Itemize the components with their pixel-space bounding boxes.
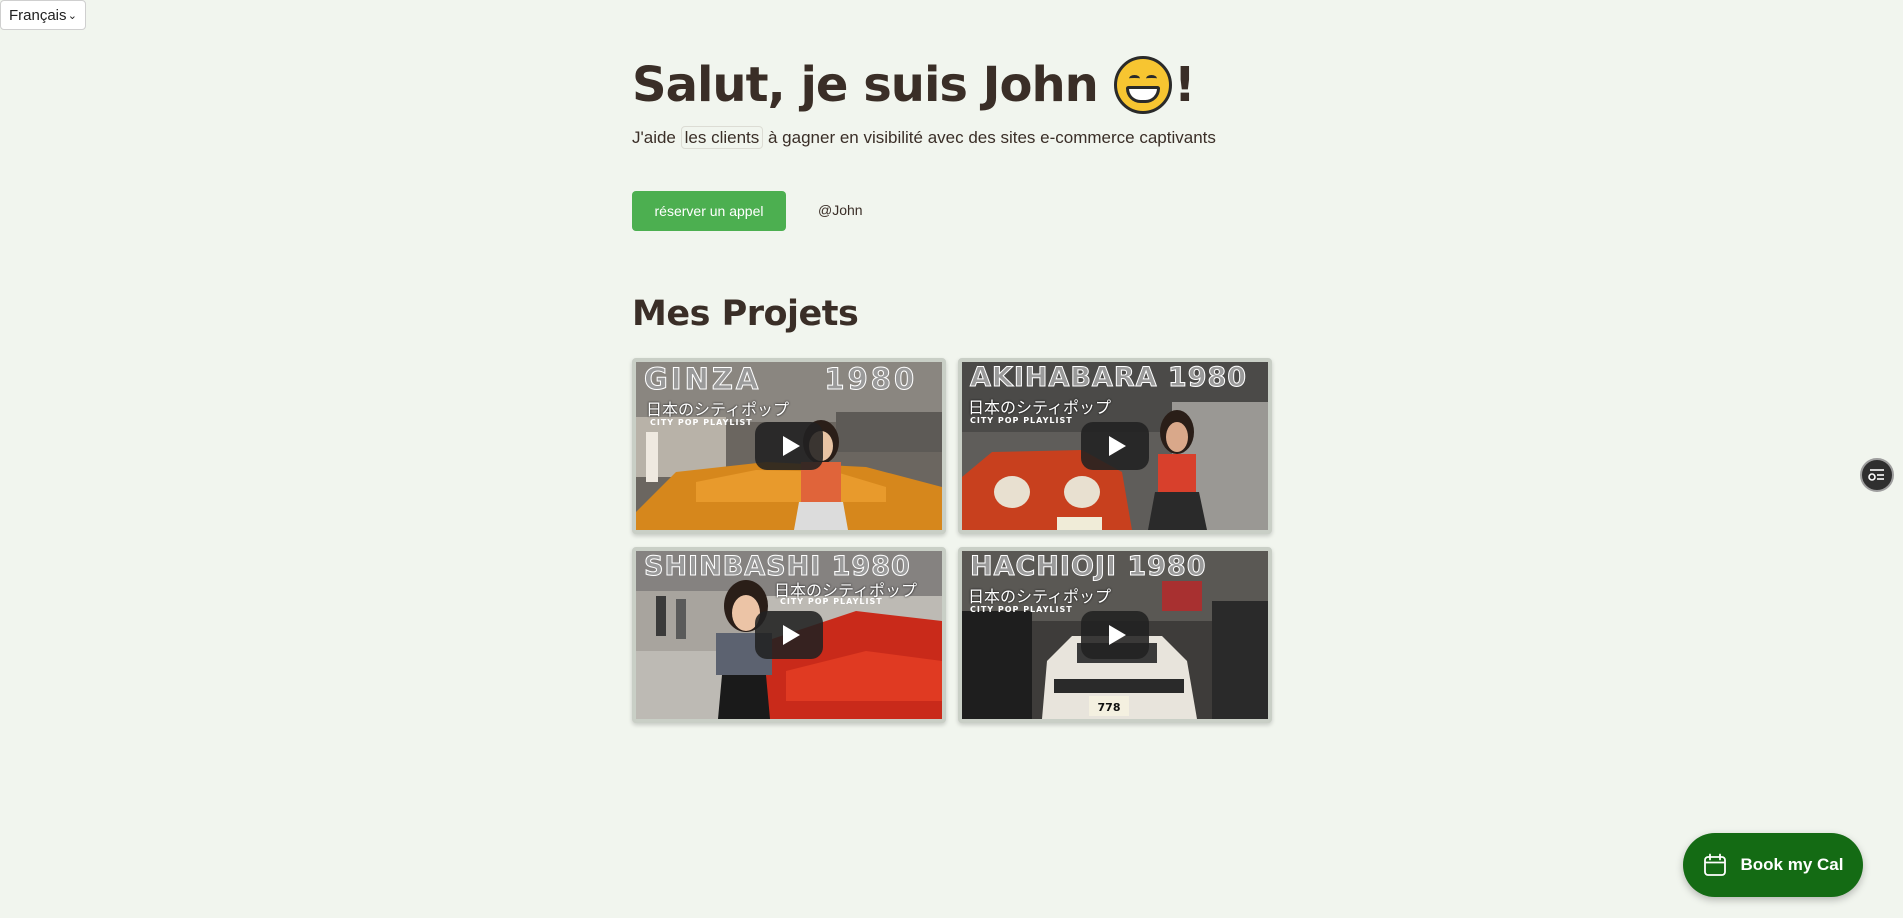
video-title: GINZA 1980 (644, 362, 918, 397)
video-card-shinbashi[interactable]: SHINBASHI 1980 日本のシティポップ CITY POP PLAYLI… (632, 547, 946, 723)
video-card-ginza[interactable]: GINZA 1980 日本のシティポップ CITY POP PLAYLIST (632, 358, 946, 534)
hero-title-text: Salut, je suis John (632, 57, 1099, 113)
subtitle-before: J'aide (632, 128, 676, 147)
play-button[interactable] (1081, 422, 1149, 470)
video-tag: CITY POP PLAYLIST (970, 416, 1073, 425)
video-jp-subtitle: 日本のシティポップ (968, 398, 1112, 417)
social-handle-link[interactable]: @John (818, 202, 863, 218)
video-card-hachioji[interactable]: 778 HACHIOJI 1980 日本のシティポップ CITY POP PLA… (958, 547, 1272, 723)
projects-title: Mes Projets (632, 294, 859, 334)
play-button[interactable] (1081, 611, 1149, 659)
language-select[interactable]: Français ⌄ (0, 0, 86, 30)
video-tag: CITY POP PLAYLIST (650, 418, 753, 427)
play-icon (1108, 436, 1126, 456)
play-icon (782, 625, 800, 645)
video-tag: CITY POP PLAYLIST (970, 605, 1073, 614)
play-button[interactable] (755, 422, 823, 470)
video-jp-subtitle: 日本のシティポップ (968, 587, 1112, 606)
subtitle-after: à gagner en visibilité avec des sites e-… (768, 128, 1216, 147)
hero-title-end: ! (1173, 57, 1196, 113)
chevron-down-icon: ⌄ (67, 9, 77, 22)
book-call-button[interactable]: réserver un appel (632, 191, 786, 231)
grinning-face-icon (1113, 56, 1172, 114)
video-title: AKIHABARA 1980 (970, 362, 1248, 394)
hero-title: Salut, je suis John ! (632, 56, 1196, 114)
video-card-akihabara[interactable]: AKIHABARA 1980 日本のシティポップ CITY POP PLAYLI… (958, 358, 1272, 534)
svg-text:778: 778 (1098, 701, 1121, 714)
subtitle-highlight: les clients (680, 126, 764, 149)
play-button[interactable] (755, 611, 823, 659)
video-title: HACHIOJI 1980 (970, 551, 1207, 583)
video-jp-subtitle: 日本のシティポップ (646, 400, 790, 419)
side-widget-button[interactable] (1860, 458, 1894, 492)
list-settings-icon (1868, 469, 1884, 481)
hero-subtitle: J'aide les clients à gagner en visibilit… (632, 126, 1216, 149)
language-select-value: Français (9, 6, 67, 24)
play-icon (782, 436, 800, 456)
play-icon (1108, 625, 1126, 645)
book-my-cal-label: Book my Cal (1740, 855, 1844, 874)
calendar-icon (1703, 853, 1727, 877)
video-tag: CITY POP PLAYLIST (780, 597, 883, 606)
book-my-cal-button[interactable]: Book my Cal (1683, 833, 1863, 897)
